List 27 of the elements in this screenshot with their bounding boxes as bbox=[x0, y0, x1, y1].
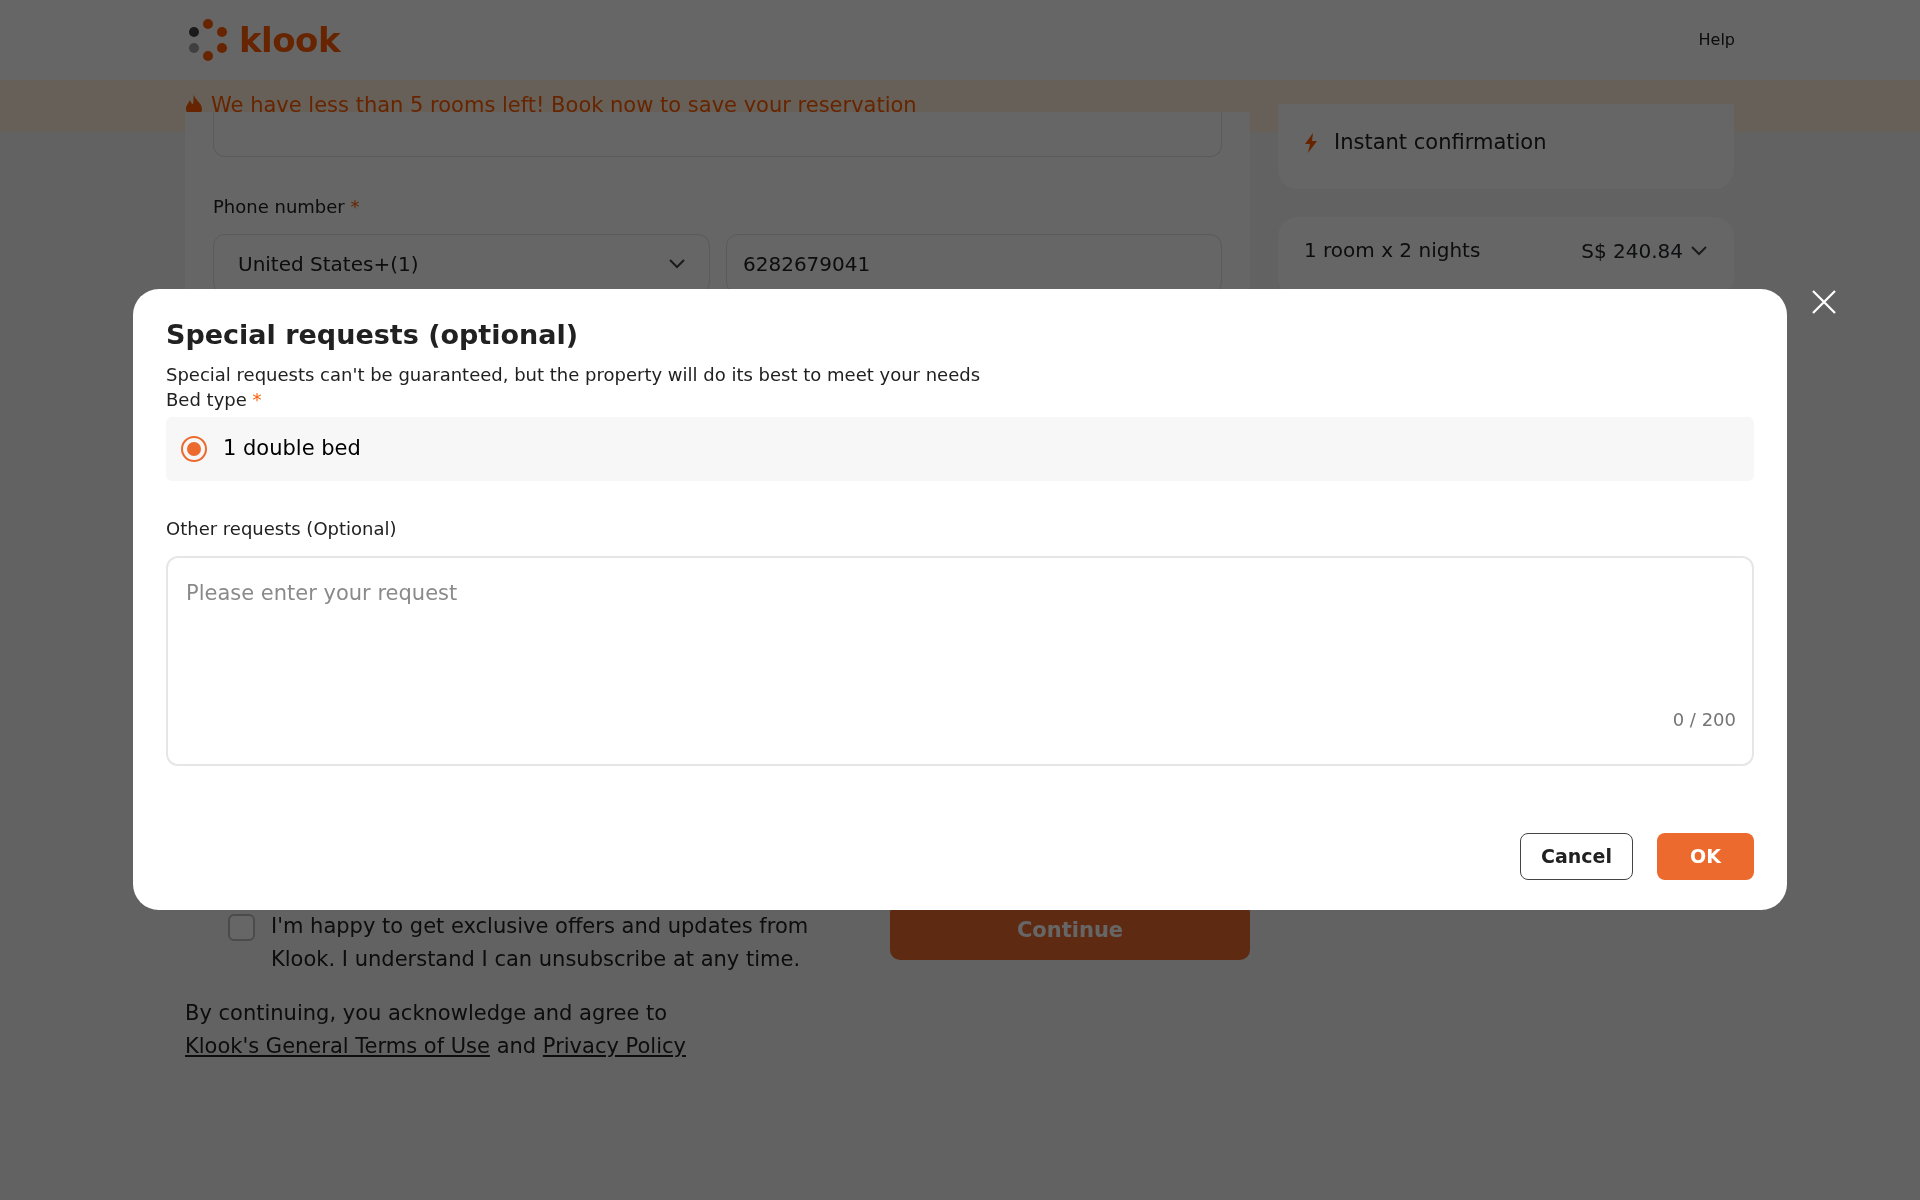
price-toggle[interactable]: S$ 240.84 bbox=[1580, 235, 1708, 267]
required-mark: * bbox=[350, 196, 360, 217]
chevron-down-icon bbox=[1691, 246, 1707, 256]
character-counter: 0 / 200 bbox=[1672, 709, 1736, 731]
terms-text: By continuing, you acknowledge and agree to Klook's General Terms of Use and Privacy Policy bbox=[185, 1000, 687, 1060]
help-link[interactable]: Help bbox=[1698, 28, 1735, 52]
ok-button[interactable]: OK bbox=[1657, 833, 1754, 880]
field-label: Bed type bbox=[166, 388, 247, 410]
stay-summary: 1 room x 2 nights bbox=[1304, 237, 1481, 264]
modal-subtitle: Special requests can't be guaranteed, but the property will do its best to meet your needs bbox=[166, 363, 982, 388]
modal-title: Special requests (optional) bbox=[166, 319, 580, 352]
field-label: Phone number bbox=[213, 196, 345, 217]
chevron-down-icon bbox=[669, 259, 685, 269]
request-textarea[interactable]: Please enter your request 0 / 200 bbox=[166, 556, 1754, 767]
bed-option[interactable]: 1 double bed bbox=[166, 417, 1754, 482]
field-label: Other requests (Optional) bbox=[166, 518, 397, 540]
offers-checkbox[interactable] bbox=[228, 914, 255, 941]
terms-link[interactable]: Klook's General Terms of Use bbox=[185, 1033, 490, 1058]
required-mark: * bbox=[252, 388, 262, 410]
radio-button[interactable] bbox=[181, 436, 207, 463]
close-icon[interactable] bbox=[1810, 288, 1838, 316]
lightning-icon bbox=[1304, 132, 1318, 153]
terms-link[interactable]: Privacy Policy bbox=[542, 1033, 686, 1058]
feature-text: Instant confirmation bbox=[1334, 128, 1547, 156]
logo-text[interactable]: klook bbox=[239, 14, 341, 66]
cancel-button[interactable]: Cancel bbox=[1520, 833, 1633, 880]
offers-text: I'm happy to get exclusive offers and updates from Klook. I understand I can unsubscribe at any time. bbox=[271, 913, 810, 973]
